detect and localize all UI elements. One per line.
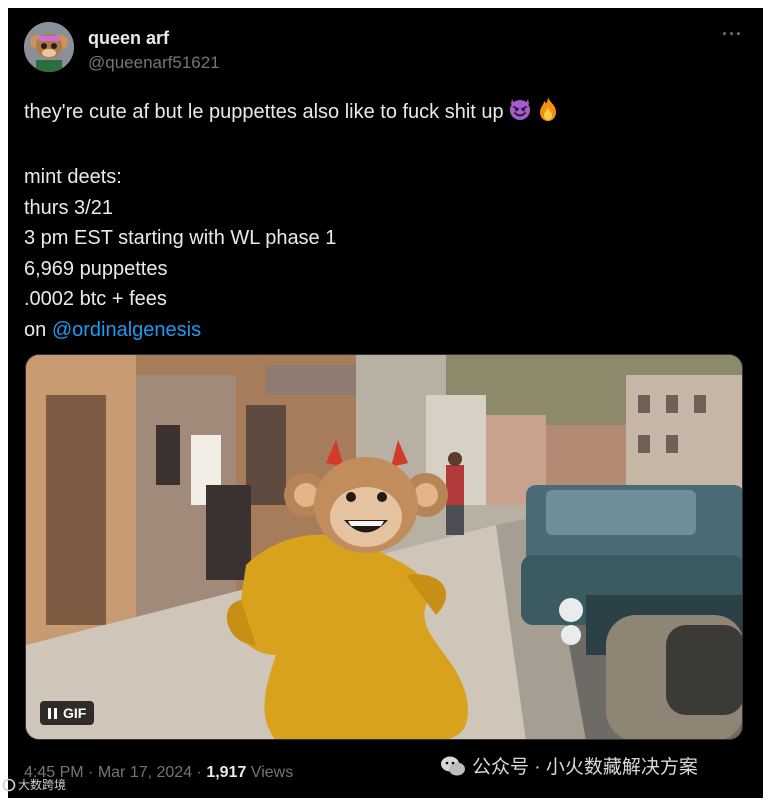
- more-options-icon[interactable]: ···: [722, 25, 743, 43]
- tweet-line-prefix: on: [24, 318, 52, 341]
- tweet-date[interactable]: Mar 17, 2024: [98, 764, 192, 781]
- author-handle[interactable]: @queenarf51621: [88, 53, 220, 73]
- tweet-line-text: they're cute af but le puppettes also li…: [24, 101, 504, 123]
- wechat-watermark: 公众号 · 小火数藏解决方案: [440, 752, 698, 779]
- fire-emoji-icon: [536, 96, 560, 132]
- gif-scene-image: [26, 355, 742, 739]
- tweet-line: .0002 btc + fees: [24, 288, 167, 310]
- watermark-text: 公众号 · 小火数藏解决方案: [472, 757, 698, 778]
- tweet-text: they're cute af but le puppettes also li…: [24, 96, 744, 345]
- meta-separator: ·: [83, 764, 98, 781]
- meta-separator: ·: [192, 764, 207, 781]
- author-name[interactable]: queen arf: [88, 28, 169, 49]
- pause-icon[interactable]: [48, 707, 57, 719]
- watermark-logo: 大数跨境: [2, 776, 66, 793]
- avatar[interactable]: [24, 22, 74, 72]
- logo-icon: [2, 778, 16, 791]
- tweet-line: 6,969 puppettes: [24, 257, 168, 280]
- tweet-line: on @ordinalgenesis: [24, 315, 744, 346]
- watermark-logo-text: 大数跨境: [18, 778, 67, 792]
- gif-badge-label: GIF: [63, 705, 87, 721]
- mention-link[interactable]: @ordinalgenesis: [52, 319, 201, 341]
- tweet-line: they're cute af but le puppettes also li…: [24, 96, 744, 132]
- wechat-icon: [441, 756, 465, 775]
- tweet-line: thurs 3/21: [24, 196, 113, 219]
- gif-media[interactable]: GIF: [25, 354, 743, 740]
- tweet-line: 3 pm EST starting with WL phase 1: [24, 227, 337, 249]
- views-count: 1,917: [206, 764, 247, 781]
- monkey-avatar-icon: [24, 22, 74, 72]
- smiling-devil-emoji-icon: [507, 96, 533, 132]
- views-label: Views: [246, 764, 294, 781]
- tweet-line: mint deets:: [24, 166, 122, 188]
- tweet-card: queen arf @queenarf51621 ··· they're cut…: [8, 8, 763, 798]
- gif-badge[interactable]: GIF: [40, 701, 95, 725]
